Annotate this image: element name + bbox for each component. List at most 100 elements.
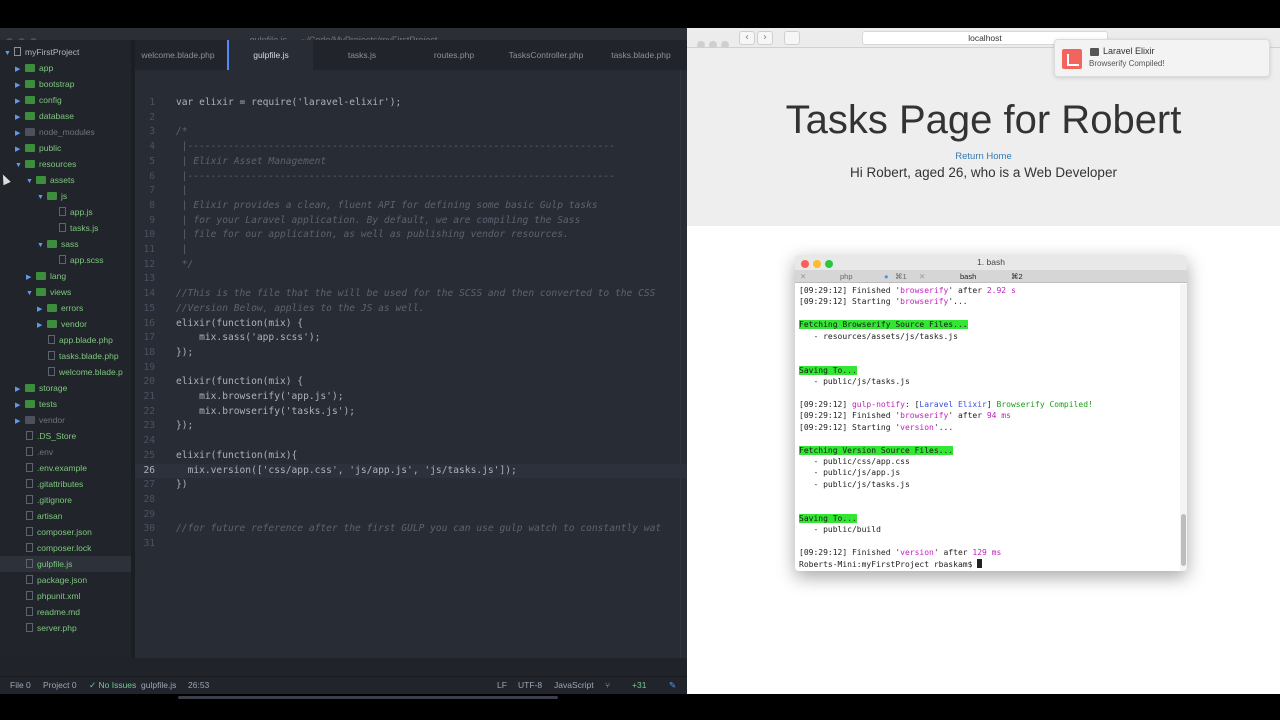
forward-button-icon[interactable]: › — [757, 31, 773, 45]
code-line[interactable]: 1 var elixir = require('laravel-elixir'); — [135, 96, 687, 111]
terminal-tab-bash[interactable]: bash — [960, 270, 976, 283]
tree-file[interactable]: artisan — [0, 508, 131, 524]
code-line[interactable]: 15 //Version Below, applies to the JS as … — [135, 302, 687, 317]
code-line[interactable]: 5 | Elixir Asset Management — [135, 155, 687, 170]
code-line[interactable]: 7 | — [135, 184, 687, 199]
sidebar-toggle-icon[interactable] — [784, 31, 800, 45]
tree-file[interactable]: composer.json — [0, 524, 131, 540]
code-line[interactable]: 6 |-------------------------------------… — [135, 170, 687, 185]
close-tab-icon[interactable]: ✕ — [800, 270, 806, 283]
tree-folder[interactable]: ▶ database — [0, 108, 131, 124]
status-line-ending[interactable]: LF — [497, 677, 507, 694]
tree-file[interactable]: phpunit.xml — [0, 588, 131, 604]
code-line[interactable]: 31 — [135, 537, 687, 552]
code-line[interactable]: 26 mix.version(['css/app.css', 'js/app.j… — [135, 463, 687, 479]
terminal-close-button[interactable] — [801, 260, 809, 268]
code-line[interactable]: 13 — [135, 272, 687, 287]
status-grammar[interactable]: JavaScript — [554, 677, 594, 694]
horizontal-scrollbar[interactable] — [178, 696, 558, 699]
code-line[interactable]: 12 */ — [135, 258, 687, 273]
tree-file[interactable]: composer.lock — [0, 540, 131, 556]
status-file-count[interactable]: File 0 — [10, 677, 31, 694]
close-tab-icon[interactable]: ✕ — [919, 270, 925, 283]
code-line[interactable]: 9 | for your Laravel application. By def… — [135, 214, 687, 229]
notification-banner[interactable]: Laravel Elixir Browserify Compiled! — [1054, 39, 1270, 77]
tree-folder[interactable]: ▶ vendor — [0, 412, 131, 428]
tree-folder[interactable]: ▶ node_modules — [0, 124, 131, 140]
code-line[interactable]: 27}) — [135, 478, 687, 493]
code-line[interactable]: 24 — [135, 434, 687, 449]
editor-tab[interactable]: routes.php — [411, 40, 497, 70]
tree-file[interactable]: app.js — [0, 204, 131, 220]
tree-folder[interactable]: ▶ storage — [0, 380, 131, 396]
code-line[interactable]: 21 mix.browserify('app.js'); — [135, 390, 687, 405]
terminal-prompt[interactable]: Roberts-Mini:myFirstProject rbaskam$ — [799, 558, 983, 570]
tree-folder[interactable]: ▼ assets — [0, 172, 131, 188]
code-line[interactable]: 4 |-------------------------------------… — [135, 140, 687, 155]
tree-file[interactable]: tasks.js — [0, 220, 131, 236]
tree-file[interactable]: gulpfile.js — [0, 556, 131, 572]
code-line[interactable]: 28 — [135, 493, 687, 508]
tree-folder[interactable]: ▼ sass — [0, 236, 131, 252]
tree-file[interactable]: .DS_Store — [0, 428, 131, 444]
status-issues[interactable]: ✓ No Issues — [89, 677, 136, 694]
status-git-changes[interactable]: +31 — [632, 677, 646, 694]
code-line[interactable]: 20 elixir(function(mix) { — [135, 375, 687, 390]
tree-folder[interactable]: ▶ errors — [0, 300, 131, 316]
editor-tab[interactable]: tasks.blade.php — [595, 40, 687, 70]
editor-tab[interactable]: TasksController.php — [503, 40, 589, 70]
tree-folder[interactable]: ▼ js — [0, 188, 131, 204]
tree-folder[interactable]: ▼ myFirstProject — [0, 44, 131, 60]
terminal-scrollbar[interactable] — [1180, 284, 1187, 571]
tree-folder[interactable]: ▶ tests — [0, 396, 131, 412]
code-line[interactable]: 18}); — [135, 346, 687, 361]
tree-folder[interactable]: ▶ vendor — [0, 316, 131, 332]
editor-tab[interactable]: tasks.js — [319, 40, 405, 70]
editor-titlebar[interactable]: gulpfile.js — ~/Code/MyProjects/myFirstP… — [0, 28, 687, 45]
status-file-name[interactable]: gulpfile.js — [141, 677, 176, 694]
terminal-minimize-button[interactable] — [813, 260, 821, 268]
tree-file[interactable]: app.scss — [0, 252, 131, 268]
tree-file[interactable]: tasks.blade.php — [0, 348, 131, 364]
tree-folder[interactable]: ▶ public — [0, 140, 131, 156]
status-encoding[interactable]: UTF-8 — [518, 677, 542, 694]
editor-tab[interactable]: gulpfile.js — [227, 40, 313, 70]
feedback-icon[interactable]: ✎ — [669, 677, 676, 694]
tree-file[interactable]: server.php — [0, 620, 131, 636]
tree-file[interactable]: .env.example — [0, 460, 131, 476]
tree-folder[interactable]: ▶ bootstrap — [0, 76, 131, 92]
tree-file[interactable]: package.json — [0, 572, 131, 588]
terminal-output[interactable]: [09:29:12] Finished 'browserify' after 2… — [795, 284, 1179, 571]
tree-file[interactable]: app.blade.php — [0, 332, 131, 348]
return-home-link[interactable]: Return Home — [687, 151, 1280, 162]
project-tree-view[interactable]: ▼ myFirstProject ▶ app ▶ bootstrap ▶ config ▶ dat… — [0, 40, 131, 658]
code-line[interactable]: 29 — [135, 508, 687, 523]
terminal-tab-php[interactable]: php — [840, 270, 853, 283]
tree-file[interactable]: welcome.blade.p — [0, 364, 131, 380]
code-editor[interactable]: 1 var elixir = require('laravel-elixir');… — [135, 70, 687, 658]
tree-file[interactable]: .gitignore — [0, 492, 131, 508]
code-line[interactable]: 19 — [135, 361, 687, 376]
terminal-titlebar[interactable]: 1. bash — [795, 255, 1187, 270]
code-line[interactable]: 11 | — [135, 243, 687, 258]
tree-file[interactable]: .gitattributes — [0, 476, 131, 492]
code-line[interactable]: 23}); — [135, 419, 687, 434]
terminal-scroll-thumb[interactable] — [1181, 514, 1186, 566]
tree-file[interactable]: readme.md — [0, 604, 131, 620]
terminal-zoom-button[interactable] — [825, 260, 833, 268]
back-button-icon[interactable]: ‹ — [739, 31, 755, 45]
code-line[interactable]: 25 elixir(function(mix){ — [135, 449, 687, 464]
tree-file[interactable]: .env — [0, 444, 131, 460]
tree-folder[interactable]: ▼ resources — [0, 156, 131, 172]
code-line[interactable]: 3 /* — [135, 125, 687, 140]
tree-folder[interactable]: ▶ app — [0, 60, 131, 76]
code-line[interactable]: 14 //This is the file that the will be us… — [135, 287, 687, 302]
code-line[interactable]: 8 | Elixir provides a clean, fluent API … — [135, 199, 687, 214]
tree-folder[interactable]: ▶ config — [0, 92, 131, 108]
terminal-window[interactable]: 1. bash ✕ php ● ⌘1 ✕ bash ⌘2 [09:29:12] … — [795, 255, 1187, 571]
code-line[interactable]: 30 //for future reference after the first… — [135, 522, 687, 537]
code-line[interactable]: 22 mix.browserify('tasks.js'); — [135, 405, 687, 420]
code-line[interactable]: 2 — [135, 111, 687, 126]
status-cursor-position[interactable]: 26:53 — [188, 677, 209, 694]
editor-tab[interactable]: welcome.blade.php — [135, 40, 221, 70]
